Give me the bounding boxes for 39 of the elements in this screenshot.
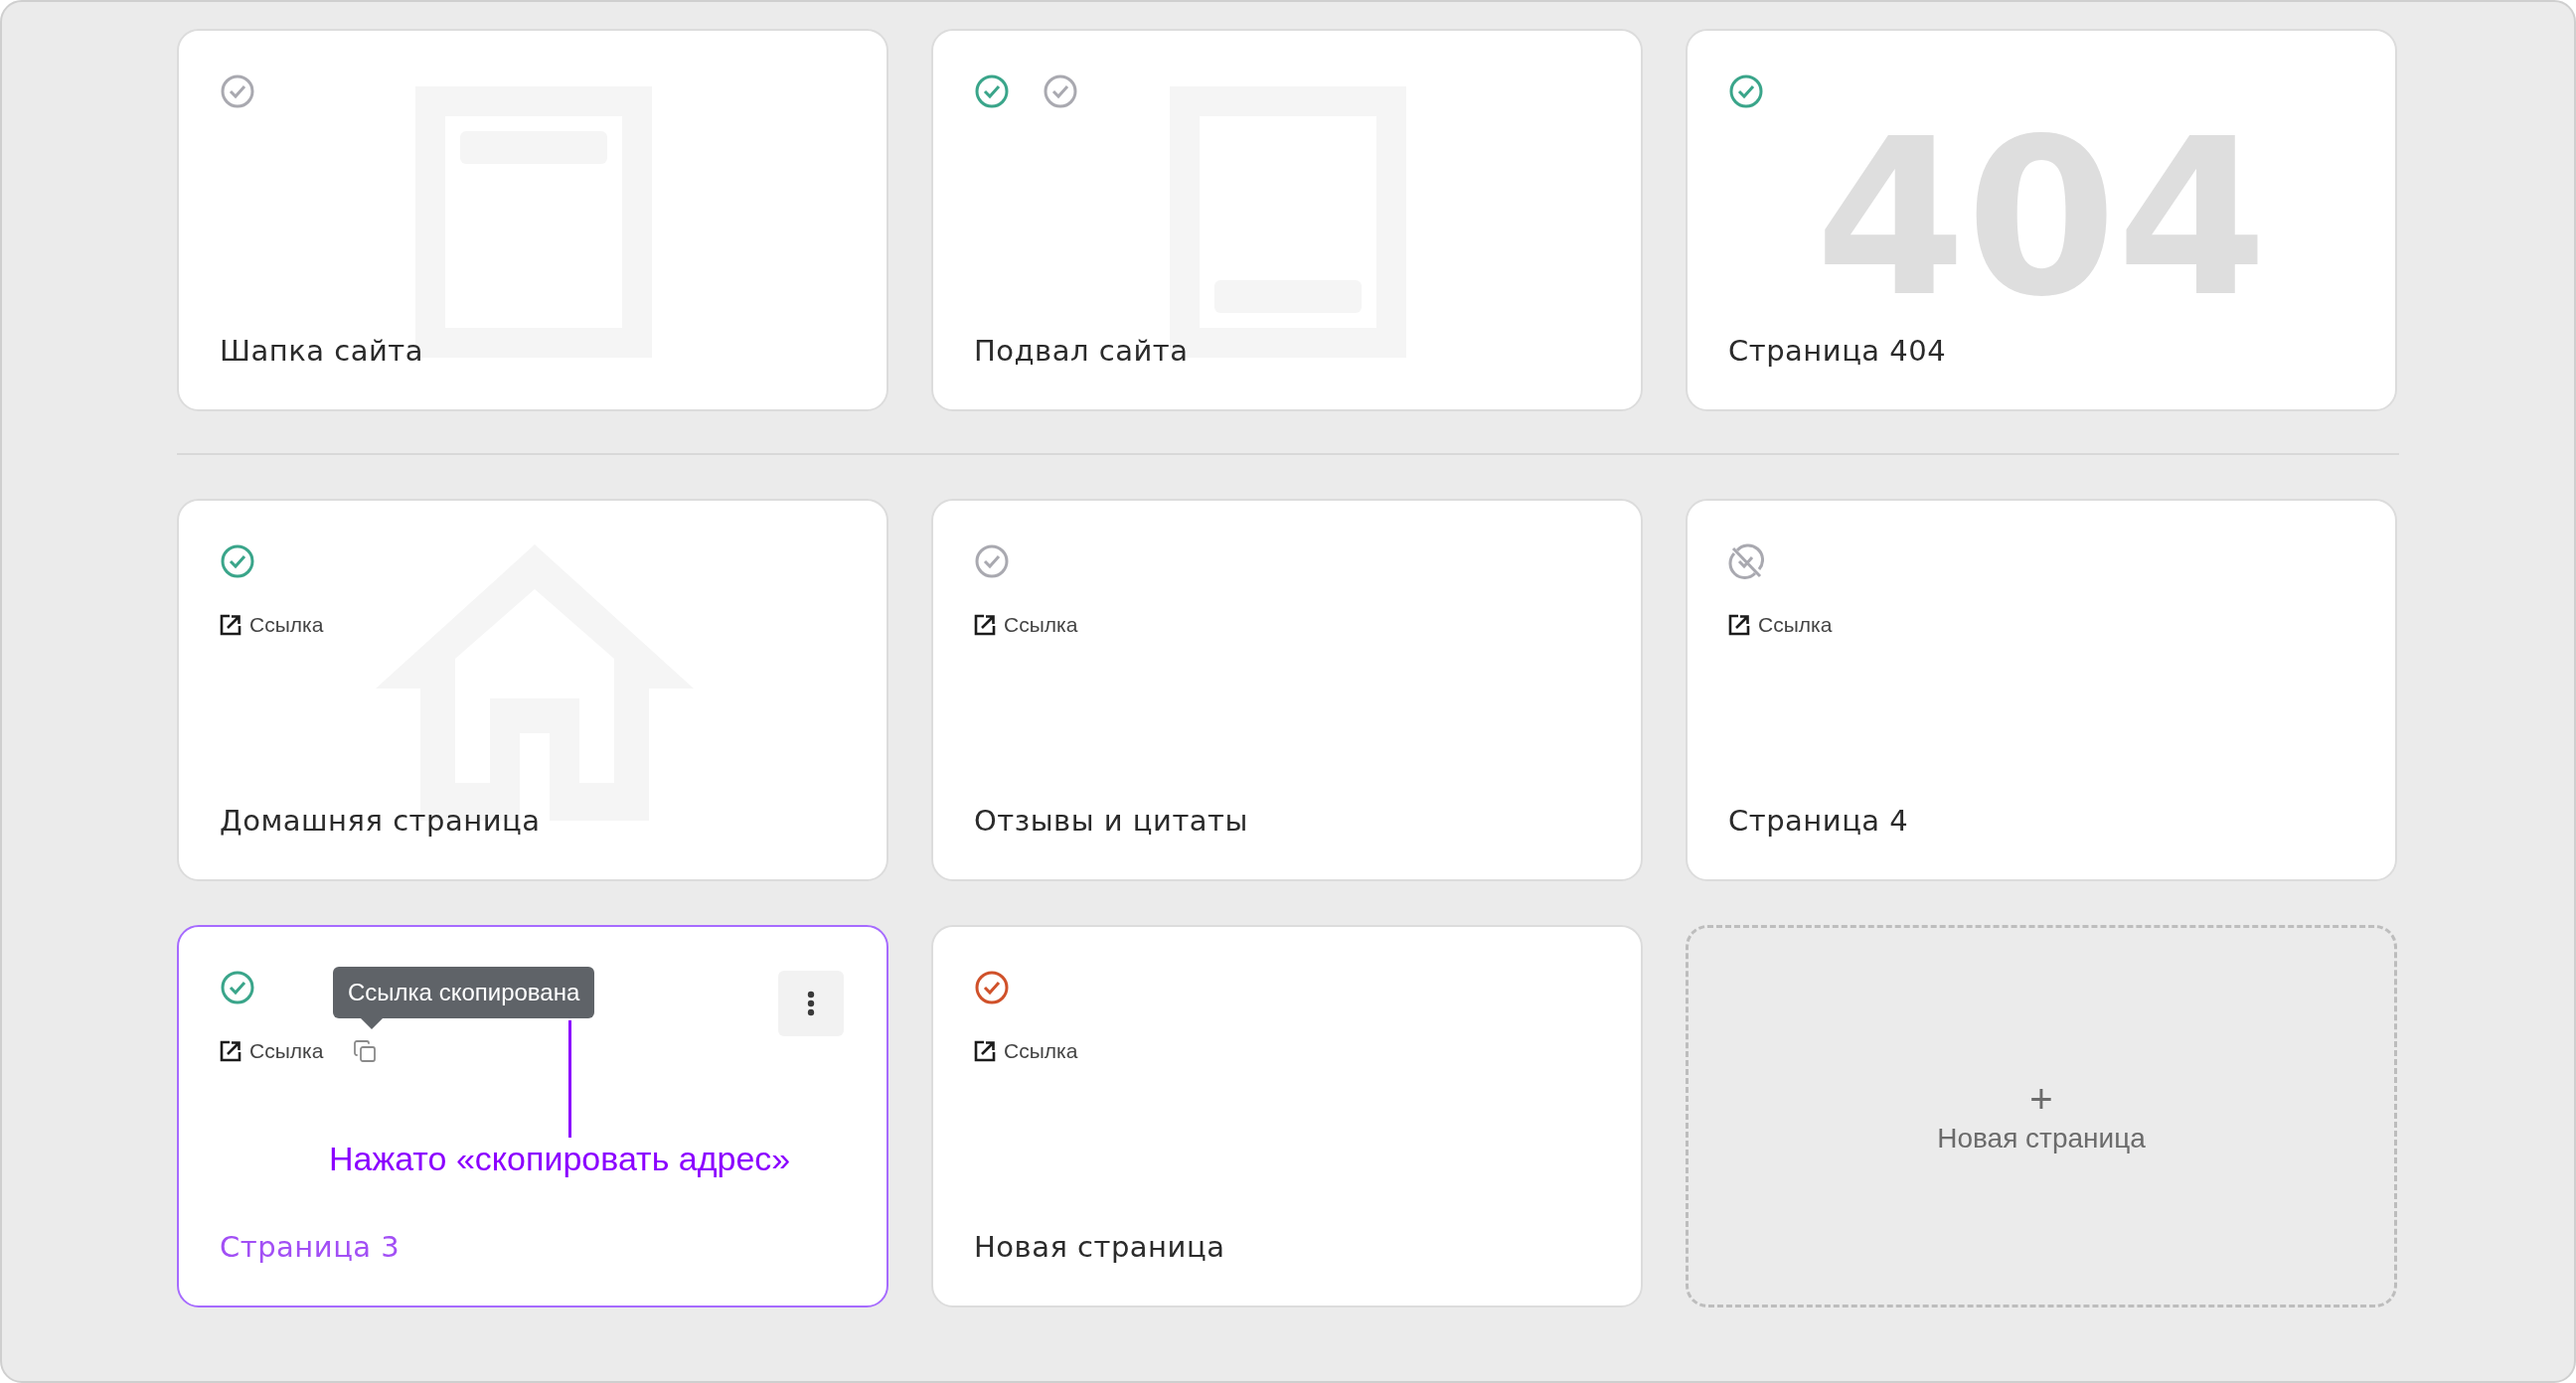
page-link[interactable]: Ссылка [1728,613,1833,637]
new-page-label: Новая страница [1937,1122,2146,1154]
page-card[interactable]: Подвал сайта [931,29,1643,411]
link-label: Ссылка [249,613,324,637]
external-link-icon [974,1040,996,1062]
link-label: Ссылка [1004,613,1078,637]
tooltip: Ссылка скопирована [333,967,595,1018]
annotation: Нажато «скопировать адрес» [329,1140,791,1178]
page-card[interactable]: Ссылка Новая страница [931,925,1643,1307]
link-label: Ссылка [249,1039,324,1063]
page-link[interactable]: Ссылка [974,613,1078,637]
page-title: Шапка сайта [220,334,424,368]
page-link[interactable]: Ссылка [220,1039,324,1063]
page-title: Страница 404 [1728,334,1948,368]
page-title: Страница 3 [220,1230,402,1264]
page-title: Страница 4 [1728,804,1910,838]
link-label: Ссылка [1004,1039,1078,1063]
more-menu-button[interactable] [778,971,844,1036]
copy-icon[interactable] [353,1039,378,1063]
page-title: Домашняя страница [220,804,542,838]
page-card[interactable]: Ссылка Отзывы и цитаты [931,499,1643,881]
page-link[interactable]: Ссылка [974,1039,1078,1063]
external-link-icon [1728,614,1750,636]
page-title: Новая страница [974,1230,1226,1264]
page-title: Отзывы и цитаты [974,804,1249,838]
external-link-icon [220,614,242,636]
tooltip-pointer [361,1018,383,1030]
new-page-card[interactable]: + Новая страница [1686,925,2397,1307]
plus-sign: + [2029,1078,2053,1119]
page-card[interactable]: Ссылка Страница 4 [1686,499,2397,881]
page-title: Подвал сайта [974,334,1190,368]
more-icon [807,991,815,1016]
link-label: Ссылка [1758,613,1833,637]
page-card[interactable]: Шапка сайта [177,29,888,411]
page-card[interactable]: Ссылка Ссылка скопирована Нажато «скопировать адрес» Страница 3 [177,925,888,1307]
page-card[interactable]: Ссылка Домашняя страница [177,499,888,881]
external-link-icon [974,614,996,636]
page-link[interactable]: Ссылка [220,613,324,637]
external-link-icon [220,1040,242,1062]
